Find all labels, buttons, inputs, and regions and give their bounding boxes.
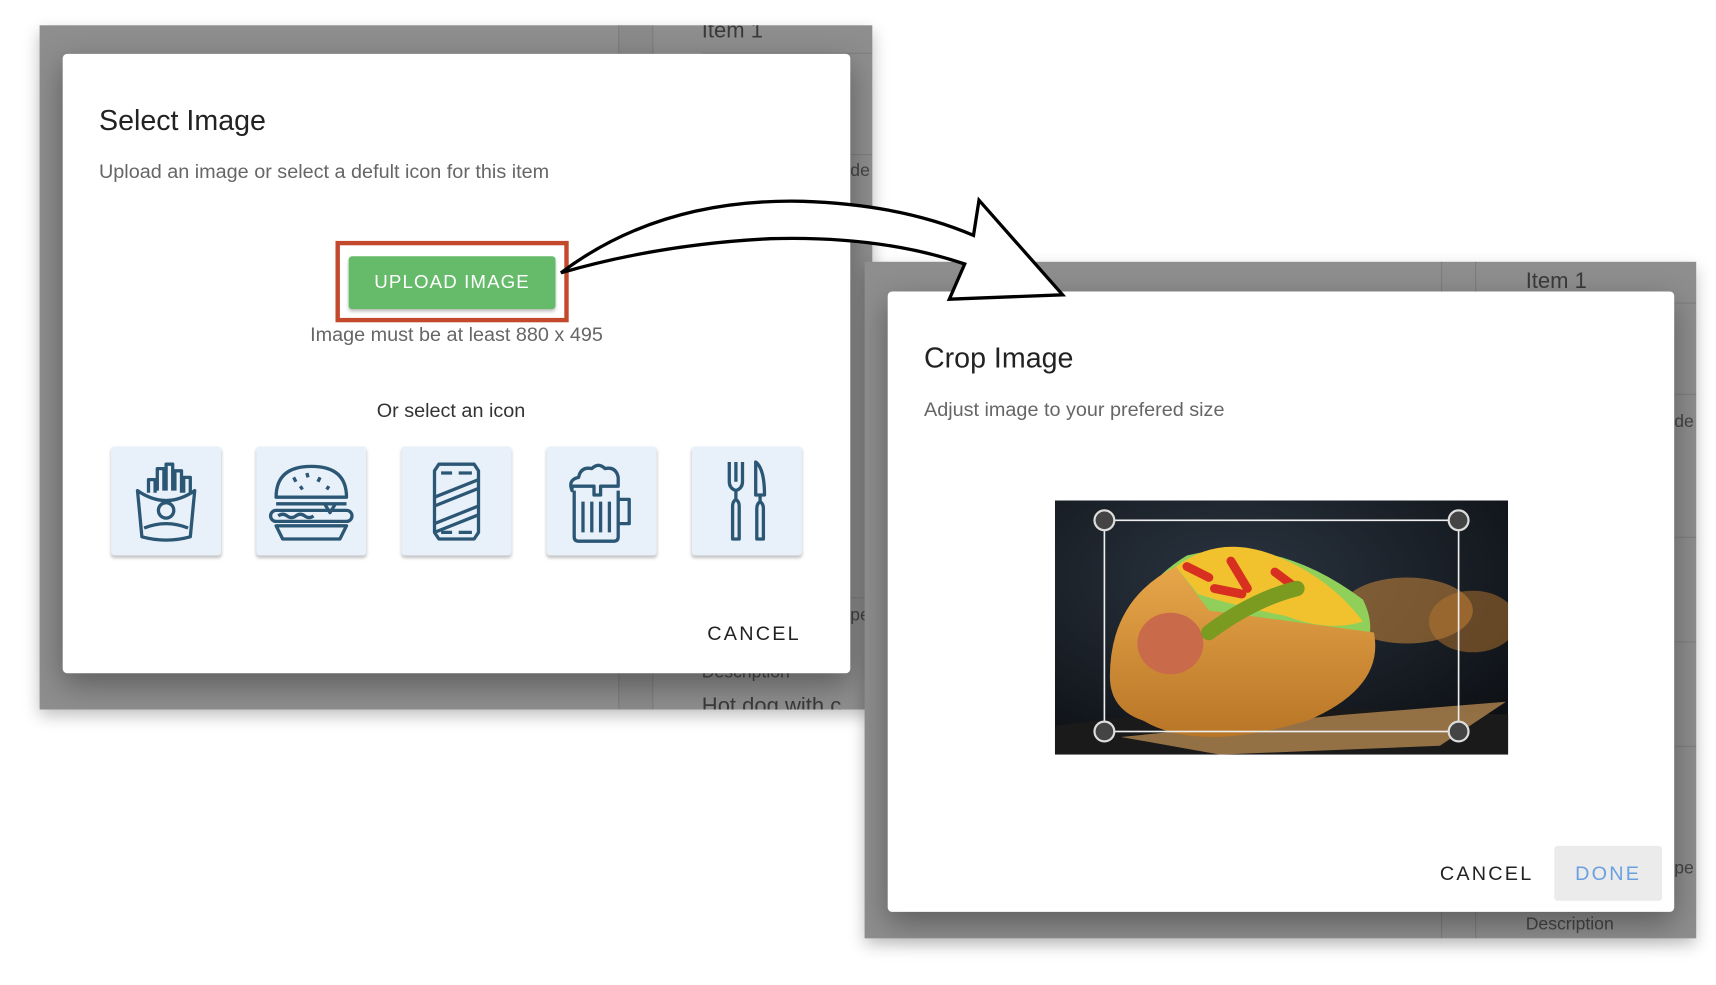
crop-handle-bottom-left[interactable] <box>1093 720 1116 743</box>
background-text-fragment: pe <box>1674 859 1694 878</box>
done-button[interactable]: DONE <box>1554 845 1663 901</box>
upload-highlight-box: UPLOAD IMAGE <box>335 240 569 323</box>
soda-can-icon <box>432 462 481 541</box>
crop-handle-bottom-right[interactable] <box>1447 720 1470 743</box>
dialog-subtitle: Upload an image or select a defult icon … <box>99 160 550 183</box>
upload-image-button[interactable]: UPLOAD IMAGE <box>348 256 556 310</box>
icon-option-fries[interactable] <box>111 446 222 556</box>
background-text-fragment: de <box>1674 412 1694 432</box>
icon-option-fork-knife[interactable] <box>691 446 802 556</box>
cancel-button[interactable]: CANCEL <box>1429 846 1545 901</box>
select-image-dialog: Select Image Upload an image or select a… <box>62 53 851 674</box>
fries-icon <box>135 462 197 542</box>
select-icon-label: Or select an icon <box>376 399 526 422</box>
fork-knife-icon <box>727 459 767 541</box>
background-text-fragment: de <box>850 161 870 181</box>
icon-option-burger[interactable] <box>256 446 367 556</box>
icon-option-beer-mug[interactable] <box>546 446 657 556</box>
cancel-button[interactable]: CANCEL <box>707 623 801 646</box>
dialog-title: Select Image <box>99 103 266 137</box>
crop-handle-top-right[interactable] <box>1447 509 1470 532</box>
background-item-title: Item 1 <box>701 25 763 43</box>
background-description-value: Hot dog with c <box>701 694 842 710</box>
dialog-subtitle: Adjust image to your prefered size <box>924 398 1225 421</box>
icon-option-soda-can[interactable] <box>401 446 512 556</box>
beer-mug-icon <box>569 463 631 543</box>
image-size-hint: Image must be at least 880 x 495 <box>310 323 603 346</box>
crop-image-area[interactable] <box>1054 500 1509 755</box>
burger-icon <box>268 464 354 541</box>
crop-image-dialog: Crop Image Adjust image to your prefered… <box>887 291 1675 912</box>
crop-handle-top-left[interactable] <box>1093 509 1116 532</box>
dialog-title: Crop Image <box>924 341 1074 374</box>
background-description-label: Description <box>1525 915 1614 934</box>
